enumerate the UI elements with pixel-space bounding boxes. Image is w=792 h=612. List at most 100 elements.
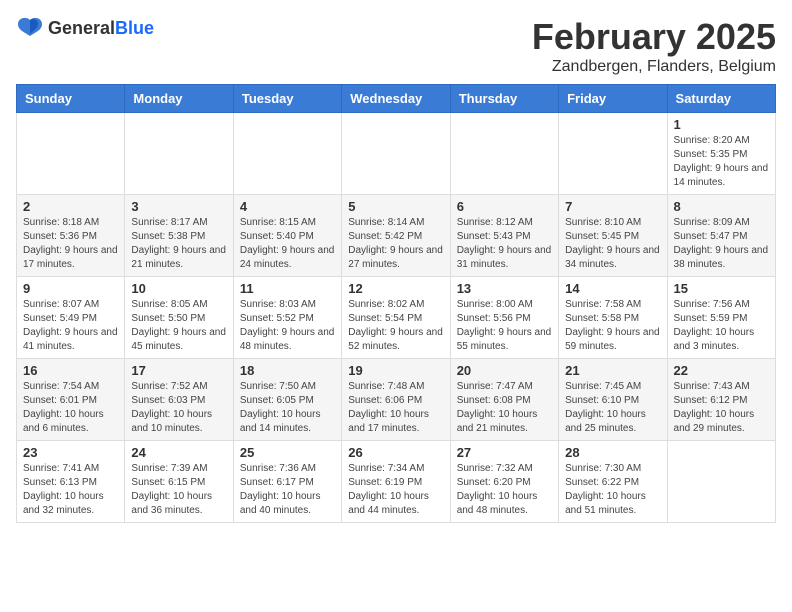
day-info: Sunrise: 8:02 AM Sunset: 5:54 PM Dayligh… xyxy=(348,298,443,354)
day-info: Sunrise: 8:00 AM Sunset: 5:56 PM Dayligh… xyxy=(457,298,552,354)
day-number: 1 xyxy=(674,117,769,132)
table-row: 9 Sunrise: 8:07 AM Sunset: 5:49 PM Daylig… xyxy=(17,277,125,359)
day-info: Sunrise: 8:09 AM Sunset: 5:47 PM Dayligh… xyxy=(674,216,769,272)
table-row xyxy=(125,113,233,195)
col-saturday: Saturday xyxy=(667,85,775,113)
table-row: 22 Sunrise: 7:43 AM Sunset: 6:12 PM Dayli… xyxy=(667,359,775,441)
day-info: Sunrise: 7:43 AM Sunset: 6:12 PM Dayligh… xyxy=(674,380,769,436)
table-row: 20Sunrise: 7:47 AM Sunset: 6:08 PM Dayli… xyxy=(450,359,558,441)
day-number: 3 xyxy=(131,199,226,214)
day-info: Sunrise: 8:07 AM Sunset: 5:49 PM Dayligh… xyxy=(23,298,118,354)
table-row xyxy=(667,441,775,523)
day-number: 15 xyxy=(674,281,769,296)
day-number: 14 xyxy=(565,281,660,296)
table-row: 17 Sunrise: 7:52 AM Sunset: 6:03 PM Dayli… xyxy=(125,359,233,441)
col-wednesday: Wednesday xyxy=(342,85,450,113)
day-info: Sunrise: 8:20 AM Sunset: 5:35 PM Dayligh… xyxy=(674,134,769,190)
day-info: Sunrise: 7:54 AM Sunset: 6:01 PM Dayligh… xyxy=(23,380,118,436)
calendar-table: Sunday Monday Tuesday Wednesday Thursday… xyxy=(16,84,776,523)
day-info: Sunrise: 7:34 AM Sunset: 6:19 PM Dayligh… xyxy=(348,462,443,518)
day-info: Sunrise: 7:56 AM Sunset: 5:59 PM Dayligh… xyxy=(674,298,769,354)
title-area: February 2025 Zandbergen, Flanders, Belg… xyxy=(532,16,776,76)
day-info: Sunrise: 7:58 AM Sunset: 5:58 PM Dayligh… xyxy=(565,298,660,354)
day-info: Sunrise: 7:47 AM Sunset: 6:08 PM Dayligh… xyxy=(457,380,552,436)
day-number: 6 xyxy=(457,199,552,214)
table-row: 10 Sunrise: 8:05 AM Sunset: 5:50 PM Dayli… xyxy=(125,277,233,359)
day-number: 16 xyxy=(23,363,118,378)
day-number: 4 xyxy=(240,199,335,214)
col-friday: Friday xyxy=(559,85,667,113)
day-number: 9 xyxy=(23,281,118,296)
day-number: 28 xyxy=(565,445,660,460)
month-title: February 2025 xyxy=(532,16,776,58)
table-row: 25 Sunrise: 7:36 AM Sunset: 6:17 PM Dayli… xyxy=(233,441,341,523)
table-row xyxy=(17,113,125,195)
table-row: 13 Sunrise: 8:00 AM Sunset: 5:56 PM Dayli… xyxy=(450,277,558,359)
table-row: 21 Sunrise: 7:45 AM Sunset: 6:10 PM Dayli… xyxy=(559,359,667,441)
day-info: Sunrise: 7:39 AM Sunset: 6:15 PM Dayligh… xyxy=(131,462,226,518)
day-number: 26 xyxy=(348,445,443,460)
calendar-header-row: Sunday Monday Tuesday Wednesday Thursday… xyxy=(17,85,776,113)
day-number: 17 xyxy=(131,363,226,378)
table-row: 26 Sunrise: 7:34 AM Sunset: 6:19 PM Dayli… xyxy=(342,441,450,523)
table-row xyxy=(450,113,558,195)
table-row: 27 Sunrise: 7:32 AM Sunset: 6:20 PM Dayli… xyxy=(450,441,558,523)
day-info: Sunrise: 8:14 AM Sunset: 5:42 PM Dayligh… xyxy=(348,216,443,272)
table-row: 7 Sunrise: 8:10 AM Sunset: 5:45 PM Daylig… xyxy=(559,195,667,277)
col-sunday: Sunday xyxy=(17,85,125,113)
table-row: 28 Sunrise: 7:30 AM Sunset: 6:22 PM Dayli… xyxy=(559,441,667,523)
day-info: Sunrise: 8:17 AM Sunset: 5:38 PM Dayligh… xyxy=(131,216,226,272)
day-info: Sunrise: 7:50 AM Sunset: 6:05 PM Dayligh… xyxy=(240,380,335,436)
table-row: 1 Sunrise: 8:20 AM Sunset: 5:35 PM Daylig… xyxy=(667,113,775,195)
table-row xyxy=(342,113,450,195)
table-row xyxy=(233,113,341,195)
table-row: 15 Sunrise: 7:56 AM Sunset: 5:59 PM Dayli… xyxy=(667,277,775,359)
calendar-week-row: 2Sunrise: 8:18 AM Sunset: 5:36 PM Daylig… xyxy=(17,195,776,277)
day-number: 5 xyxy=(348,199,443,214)
day-number: 12 xyxy=(348,281,443,296)
day-number: 21 xyxy=(565,363,660,378)
day-number: 11 xyxy=(240,281,335,296)
logo-blue: Blue xyxy=(115,18,154,38)
table-row: 19Sunrise: 7:48 AM Sunset: 6:06 PM Dayli… xyxy=(342,359,450,441)
table-row: 4 Sunrise: 8:15 AM Sunset: 5:40 PM Daylig… xyxy=(233,195,341,277)
day-number: 8 xyxy=(674,199,769,214)
table-row: 14 Sunrise: 7:58 AM Sunset: 5:58 PM Dayli… xyxy=(559,277,667,359)
day-number: 27 xyxy=(457,445,552,460)
calendar-week-row: 9 Sunrise: 8:07 AM Sunset: 5:49 PM Daylig… xyxy=(17,277,776,359)
logo-icon xyxy=(16,16,44,40)
day-number: 2 xyxy=(23,199,118,214)
day-info: Sunrise: 8:12 AM Sunset: 5:43 PM Dayligh… xyxy=(457,216,552,272)
day-info: Sunrise: 8:03 AM Sunset: 5:52 PM Dayligh… xyxy=(240,298,335,354)
day-number: 25 xyxy=(240,445,335,460)
table-row: 16 Sunrise: 7:54 AM Sunset: 6:01 PM Dayli… xyxy=(17,359,125,441)
col-tuesday: Tuesday xyxy=(233,85,341,113)
calendar-week-row: 1 Sunrise: 8:20 AM Sunset: 5:35 PM Daylig… xyxy=(17,113,776,195)
day-info: Sunrise: 7:30 AM Sunset: 6:22 PM Dayligh… xyxy=(565,462,660,518)
day-number: 7 xyxy=(565,199,660,214)
table-row: 5 Sunrise: 8:14 AM Sunset: 5:42 PM Daylig… xyxy=(342,195,450,277)
day-number: 13 xyxy=(457,281,552,296)
table-row: 6 Sunrise: 8:12 AM Sunset: 5:43 PM Daylig… xyxy=(450,195,558,277)
table-row: 24 Sunrise: 7:39 AM Sunset: 6:15 PM Dayli… xyxy=(125,441,233,523)
day-number: 19 xyxy=(348,363,443,378)
day-number: 10 xyxy=(131,281,226,296)
table-row: 11 Sunrise: 8:03 AM Sunset: 5:52 PM Dayli… xyxy=(233,277,341,359)
day-info: Sunrise: 7:32 AM Sunset: 6:20 PM Dayligh… xyxy=(457,462,552,518)
table-row xyxy=(559,113,667,195)
calendar-week-row: 23Sunrise: 7:41 AM Sunset: 6:13 PM Dayli… xyxy=(17,441,776,523)
day-info: Sunrise: 8:10 AM Sunset: 5:45 PM Dayligh… xyxy=(565,216,660,272)
table-row: 23Sunrise: 7:41 AM Sunset: 6:13 PM Dayli… xyxy=(17,441,125,523)
day-info: Sunrise: 7:36 AM Sunset: 6:17 PM Dayligh… xyxy=(240,462,335,518)
page-header: GeneralBlue February 2025 Zandbergen, Fl… xyxy=(16,16,776,76)
day-number: 22 xyxy=(674,363,769,378)
day-number: 24 xyxy=(131,445,226,460)
day-info: Sunrise: 7:52 AM Sunset: 6:03 PM Dayligh… xyxy=(131,380,226,436)
day-number: 18 xyxy=(240,363,335,378)
calendar-week-row: 16 Sunrise: 7:54 AM Sunset: 6:01 PM Dayli… xyxy=(17,359,776,441)
day-info: Sunrise: 8:05 AM Sunset: 5:50 PM Dayligh… xyxy=(131,298,226,354)
day-info: Sunrise: 7:45 AM Sunset: 6:10 PM Dayligh… xyxy=(565,380,660,436)
logo-general: General xyxy=(48,18,115,38)
table-row: 3 Sunrise: 8:17 AM Sunset: 5:38 PM Daylig… xyxy=(125,195,233,277)
day-info: Sunrise: 8:15 AM Sunset: 5:40 PM Dayligh… xyxy=(240,216,335,272)
